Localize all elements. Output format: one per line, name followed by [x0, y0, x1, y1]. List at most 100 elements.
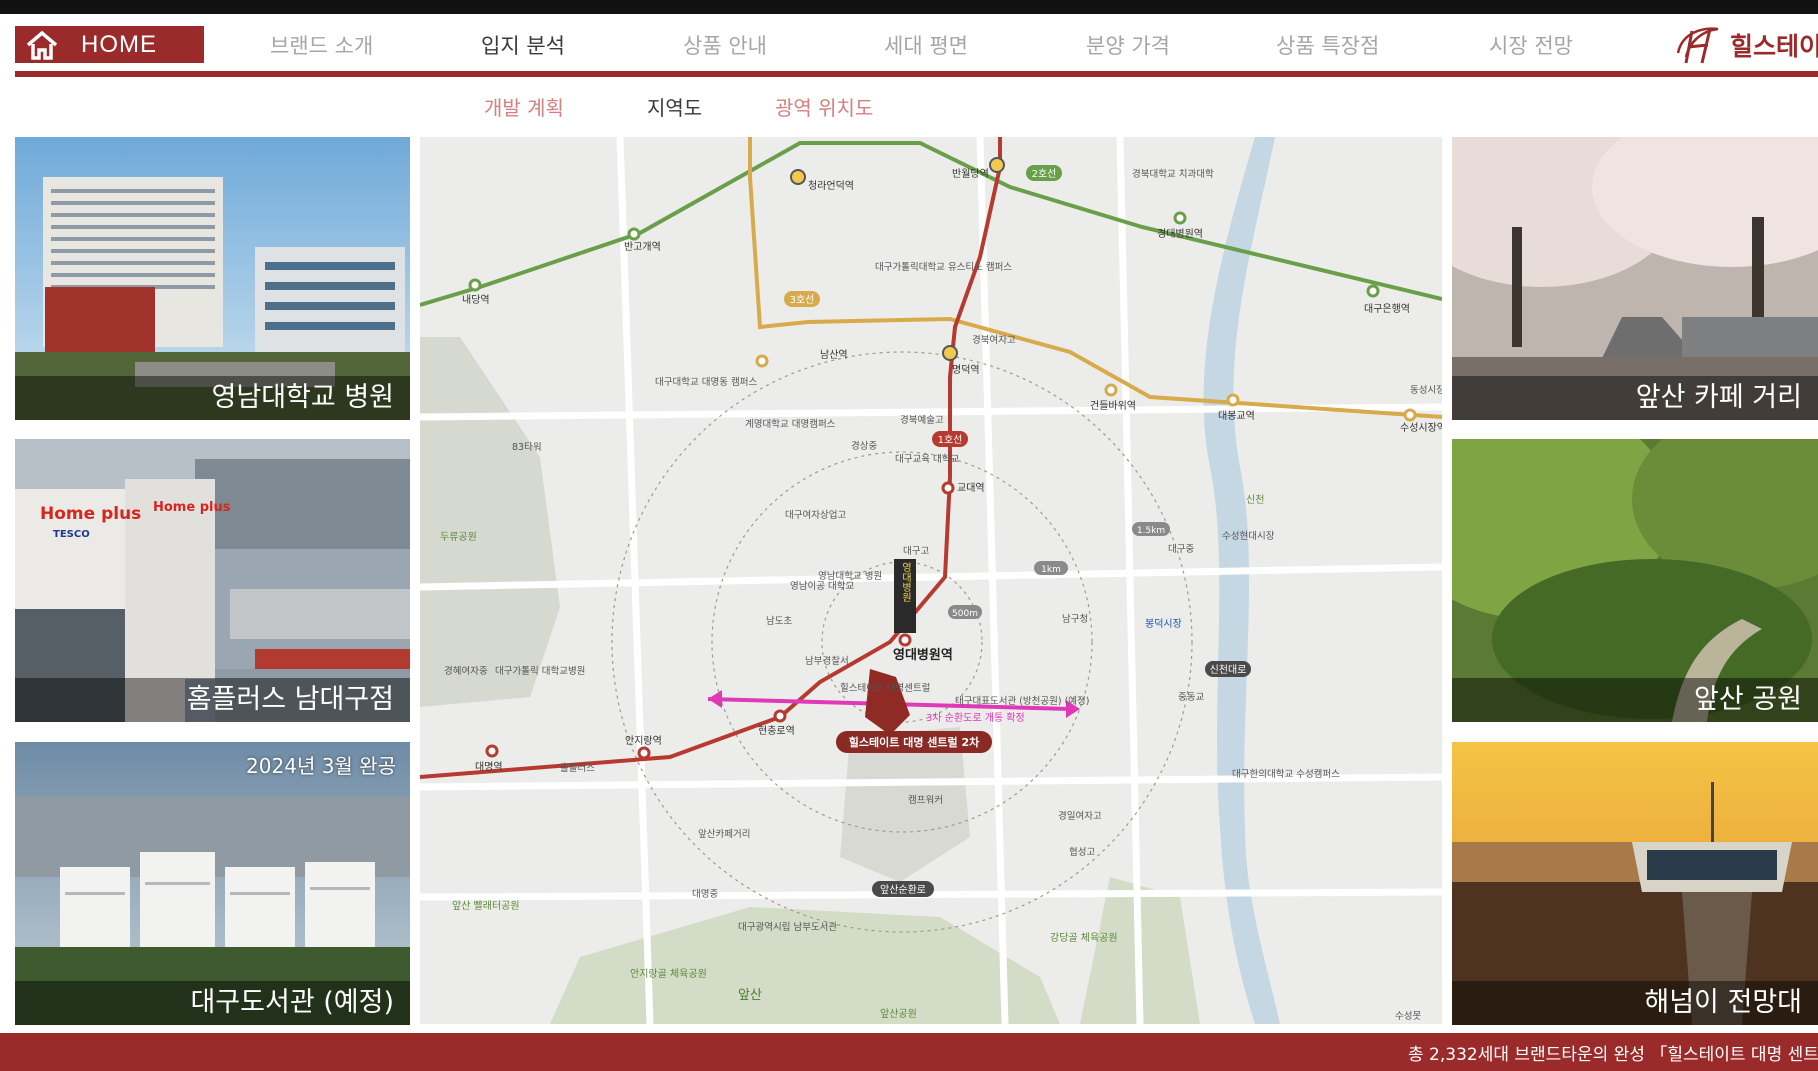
- home-icon: [15, 26, 69, 63]
- nav-item-features[interactable]: 상품 특장점: [1276, 30, 1379, 60]
- photo-caption: 대구도서관 (예정): [15, 981, 410, 1025]
- subnav-wide-map[interactable]: 광역 위치도: [775, 92, 873, 121]
- svg-text:남구청: 남구청: [1062, 614, 1088, 625]
- logo-text: 힐스테이: [1730, 32, 1818, 61]
- svg-text:영대병원역: 영대병원역: [893, 647, 953, 663]
- photo-caption: 영남대학교 병원: [15, 376, 410, 420]
- photo-yeungnam-hospital: 영남대학교 병원: [15, 137, 410, 420]
- svg-text:대구대표도서관 (방천공원) (예정): 대구대표도서관 (방천공원) (예정): [955, 696, 1090, 707]
- svg-text:영대병원: 영대병원: [900, 562, 912, 602]
- brand-logo[interactable]: 힐스테이: [1672, 22, 1818, 68]
- photo-caption: 앞산 카페 거리: [1452, 376, 1818, 420]
- svg-text:캠프워커: 캠프워커: [908, 794, 943, 806]
- photo-apsan-cafe-street: 앞산 카페 거리: [1452, 137, 1818, 420]
- svg-text:신천대로: 신천대로: [1210, 664, 1247, 676]
- svg-text:내당역: 내당역: [462, 294, 490, 306]
- photo-sunset-observatory: 해넘이 전망대: [1452, 742, 1818, 1025]
- nav-item-floorplan[interactable]: 세대 평면: [884, 30, 968, 60]
- svg-text:교대역: 교대역: [957, 482, 985, 494]
- svg-text:1호선: 1호선: [938, 434, 963, 446]
- svg-text:홀플러스: 홀플러스: [560, 762, 595, 774]
- svg-text:대구중: 대구중: [1168, 544, 1194, 555]
- svg-text:경북예술고: 경북예술고: [900, 414, 944, 426]
- area-map-svg: 2호선 3호선 1호선 청라언덕역 반월당역 반고개역 내당역 경대병원역 대구…: [420, 137, 1442, 1024]
- svg-text:대구교육 대학교: 대구교육 대학교: [895, 454, 959, 465]
- svg-text:대명역: 대명역: [475, 761, 503, 773]
- svg-text:수성현대시장: 수성현대시장: [1222, 531, 1275, 542]
- svg-text:남도초: 남도초: [766, 616, 792, 627]
- svg-text:경북대학교 치과대학: 경북대학교 치과대학: [1132, 168, 1214, 180]
- svg-text:1km: 1km: [1041, 565, 1061, 575]
- svg-text:2호선: 2호선: [1032, 168, 1057, 180]
- svg-text:반고개역: 반고개역: [624, 241, 661, 253]
- svg-text:500m: 500m: [952, 609, 978, 619]
- svg-text:반월당역: 반월당역: [952, 168, 989, 180]
- svg-text:앞산순환로: 앞산순환로: [880, 884, 926, 896]
- svg-text:청라언덕역: 청라언덕역: [808, 180, 854, 192]
- svg-text:TESCO: TESCO: [53, 529, 90, 540]
- svg-text:앞산공원: 앞산공원: [880, 1008, 917, 1020]
- nav-item-market[interactable]: 시장 전망: [1489, 30, 1573, 60]
- svg-text:중동교: 중동교: [1178, 692, 1204, 703]
- svg-text:경일여자고: 경일여자고: [1058, 810, 1102, 822]
- svg-text:대봉교역: 대봉교역: [1218, 410, 1255, 422]
- svg-text:83타워: 83타워: [512, 442, 542, 453]
- svg-text:대구고: 대구고: [903, 546, 929, 557]
- photo-caption: 해넘이 전망대: [1452, 981, 1818, 1025]
- svg-text:앞산: 앞산: [738, 988, 762, 1003]
- svg-text:봉덕시장: 봉덕시장: [1145, 618, 1182, 630]
- subnav-dev-plan[interactable]: 개발 계획: [484, 92, 564, 121]
- svg-text:계명대학교 대명캠퍼스: 계명대학교 대명캠퍼스: [745, 418, 836, 430]
- svg-text:수성시장역: 수성시장역: [1400, 422, 1442, 434]
- svg-text:명덕역: 명덕역: [952, 364, 980, 376]
- nav-divider: [15, 71, 1818, 77]
- nav-item-location[interactable]: 입지 분석: [481, 30, 565, 60]
- svg-text:수성못: 수성못: [1395, 1011, 1421, 1022]
- top-black-bar: [0, 0, 1818, 14]
- svg-text:강당골 체육공원: 강당골 체육공원: [1050, 932, 1118, 944]
- area-map: 2호선 3호선 1호선 청라언덕역 반월당역 반고개역 내당역 경대병원역 대구…: [420, 137, 1442, 1024]
- nav-item-product[interactable]: 상품 안내: [683, 30, 767, 60]
- svg-text:대구광역시립 남부도서관: 대구광역시립 남부도서관: [738, 921, 837, 933]
- svg-text:대구가톨릭 대학교병원: 대구가톨릭 대학교병원: [495, 665, 585, 677]
- svg-text:Home plus: Home plus: [40, 504, 141, 524]
- svg-text:대구한의대학교 수성캠퍼스: 대구한의대학교 수성캠퍼스: [1232, 768, 1340, 780]
- subnav-area-map[interactable]: 지역도: [647, 92, 702, 121]
- home-button[interactable]: HOME: [15, 26, 204, 63]
- home-label: HOME: [81, 30, 157, 58]
- footer-banner: 총 2,332세대 브랜드타운의 완성 「힐스테이트 대명 센트: [0, 1033, 1818, 1071]
- svg-text:안지랑골 체육공원: 안지랑골 체육공원: [630, 968, 707, 980]
- svg-text:경상중: 경상중: [851, 440, 877, 452]
- nav-item-price[interactable]: 분양 가격: [1086, 30, 1170, 60]
- svg-text:Home plus: Home plus: [153, 500, 231, 515]
- svg-text:경대병원역: 경대병원역: [1157, 227, 1203, 240]
- svg-text:3차 순환도로 개통 확정: 3차 순환도로 개통 확정: [926, 712, 1025, 724]
- svg-text:남산역: 남산역: [820, 349, 848, 361]
- footer-ticker: 총 2,332세대 브랜드타운의 완성 「힐스테이트 대명 센트: [1408, 1045, 1818, 1065]
- completion-note: 2024년 3월 완공: [246, 754, 396, 778]
- svg-text:대구대학교 대명동 캠퍼스: 대구대학교 대명동 캠퍼스: [655, 376, 757, 388]
- main-nav: HOME 브랜드 소개 입지 분석 상품 안내 세대 평면 분양 가격 상품 특…: [0, 14, 1818, 76]
- svg-text:두류공원: 두류공원: [440, 531, 477, 543]
- svg-text:대구은행역: 대구은행역: [1364, 303, 1410, 315]
- svg-text:경북여자고: 경북여자고: [972, 334, 1016, 346]
- photo-apsan-park: 앞산 공원: [1452, 439, 1818, 722]
- svg-text:신천: 신천: [1246, 494, 1264, 506]
- photo-caption: 앞산 공원: [1452, 678, 1818, 722]
- svg-text:남부경찰서: 남부경찰서: [805, 655, 849, 667]
- svg-text:협성고: 협성고: [1069, 846, 1095, 858]
- photo-daegu-library: 2024년 3월 완공 대구도서관 (예정): [15, 742, 410, 1025]
- photo-homeplus: Home plus TESCO Home plus 홈플러스 남대구점: [15, 439, 410, 722]
- svg-text:힐스테이트 대명센트럴: 힐스테이트 대명센트럴: [840, 682, 930, 694]
- svg-text:힐스테이트 대명 센트럴 2차: 힐스테이트 대명 센트럴 2차: [849, 735, 980, 749]
- svg-text:건들바위역: 건들바위역: [1090, 399, 1136, 412]
- svg-text:경혜여자중: 경혜여자중: [444, 665, 488, 677]
- svg-text:대구여자상업고: 대구여자상업고: [785, 509, 846, 521]
- svg-text:1.5km: 1.5km: [1137, 526, 1165, 536]
- svg-text:3호선: 3호선: [790, 294, 815, 306]
- svg-text:앞산 빨래터공원: 앞산 빨래터공원: [452, 900, 520, 912]
- svg-text:영남이공 대학교: 영남이공 대학교: [790, 581, 854, 592]
- hillstate-logo-icon: [1676, 27, 1719, 64]
- nav-item-brand[interactable]: 브랜드 소개: [270, 30, 373, 60]
- svg-text:현충로역: 현충로역: [758, 725, 795, 737]
